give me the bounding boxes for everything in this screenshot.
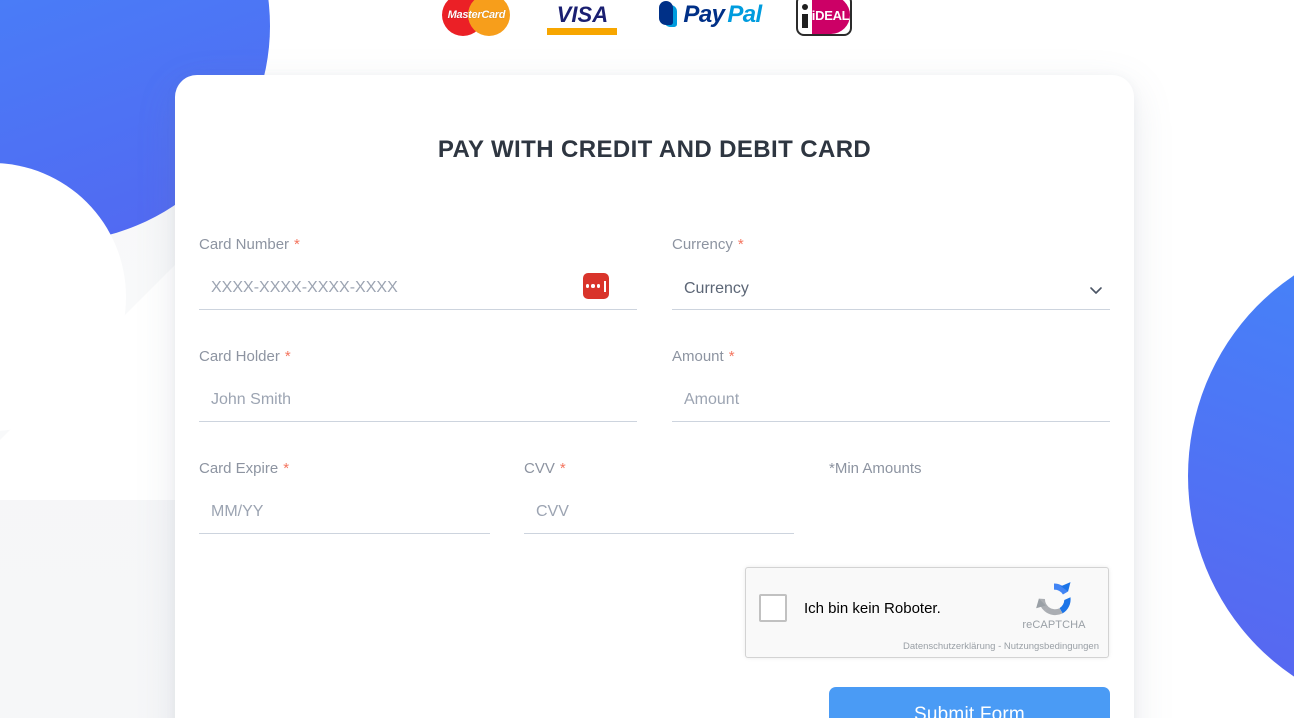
field-card-number: Card Number * <box>199 236 637 348</box>
cvv-input[interactable] <box>524 501 794 529</box>
recaptcha-brand-name: reCAPTCHA <box>1022 619 1086 631</box>
card-holder-label: Card Holder * <box>199 348 637 365</box>
form-row-3: Card Expire* CVV* *Min Amounts <box>199 460 1110 570</box>
min-amounts-note: *Min Amounts <box>829 460 922 477</box>
recaptcha-widget[interactable]: Ich bin kein Roboter. reCAPTCHA Datensch… <box>745 567 1109 658</box>
card-holder-required-marker: * <box>284 348 291 365</box>
mastercard-label: MasterCard <box>447 9 506 21</box>
submit-form-button[interactable]: Submit Form <box>829 687 1110 718</box>
card-number-label: Card Number * <box>199 236 637 253</box>
payment-method-logos: MasterCard VISA Pay Pal iDEAL <box>0 0 1294 36</box>
currency-label: Currency * <box>672 236 1110 253</box>
card-number-input[interactable] <box>199 277 637 305</box>
visa-logo: VISA <box>544 0 621 36</box>
cvv-label-text: CVV <box>524 460 555 477</box>
visa-bottom-bar-icon <box>547 28 618 35</box>
amount-label-text: Amount <box>672 348 724 365</box>
cvv-label: CVV * <box>524 460 794 477</box>
recaptcha-check-area[interactable]: Ich bin kein Roboter. <box>746 568 1000 622</box>
paypal-label-pay: Pay <box>683 1 725 28</box>
field-card-holder: Card Holder * <box>199 348 637 460</box>
amount-required-marker: * <box>728 348 735 365</box>
cvv-required-marker: * <box>559 460 566 477</box>
currency-label-text: Currency <box>672 236 733 253</box>
recaptcha-link-separator: - <box>995 641 1004 652</box>
ideal-i-icon <box>798 0 812 34</box>
ideal-label: iDEAL <box>811 0 850 34</box>
recaptcha-checkbox[interactable] <box>759 594 787 622</box>
recaptcha-label: Ich bin kein Roboter. <box>804 599 941 617</box>
recaptcha-links: Datenschutzerklärung - Nutzungsbedingung… <box>903 641 1099 652</box>
field-amount: Amount * <box>672 348 1110 460</box>
card-holder-input[interactable] <box>199 389 637 417</box>
recaptcha-terms-link[interactable]: Nutzungsbedingungen <box>1004 641 1099 652</box>
decorative-white-circle-left <box>0 163 126 431</box>
card-number-label-text: Card Number <box>199 236 290 253</box>
paypal-label-pal: Pal <box>727 1 762 28</box>
amount-label: Amount * <box>672 348 1110 365</box>
payment-page: MasterCard VISA Pay Pal iDEAL PAY WITH C… <box>0 0 1294 718</box>
page-title: PAY WITH CREDIT AND DEBIT CARD <box>437 136 872 163</box>
paypal-logo: Pay Pal <box>654 0 762 36</box>
form-row-1: Card Number* Currency* <box>199 236 1110 348</box>
field-currency: Currency * Currency <box>672 236 1110 348</box>
amount-input[interactable] <box>672 389 1110 417</box>
currency-select[interactable]: Currency <box>672 277 1110 305</box>
currency-required-marker: * <box>737 236 744 253</box>
mastercard-logo: MasterCard <box>442 0 511 36</box>
lastpass-icon[interactable] <box>583 273 609 299</box>
card-expire-required-marker: * <box>283 460 290 477</box>
card-expire-label-text: Card Expire <box>199 460 279 477</box>
payment-card-panel: PAY WITH CREDIT AND DEBIT CARD Card Numb… <box>175 75 1134 718</box>
paypal-mark-icon <box>654 0 680 31</box>
payment-form: Card Number* Currency* <box>199 236 1110 570</box>
form-row-2: Card Holder* Amount* <box>199 348 1110 460</box>
recaptcha-logo-icon <box>1036 582 1071 616</box>
recaptcha-privacy-link[interactable]: Datenschutzerklärung <box>903 641 995 652</box>
recaptcha-branding: reCAPTCHA <box>1000 568 1108 631</box>
card-number-required-marker: * <box>294 236 300 253</box>
ideal-logo: iDEAL <box>795 0 852 36</box>
card-holder-label-text: Card Holder <box>199 348 280 365</box>
field-card-expire: Card Expire * <box>199 460 490 570</box>
field-cvv: CVV * <box>524 460 794 570</box>
decorative-blue-circle-right <box>1188 236 1294 716</box>
card-expire-input[interactable] <box>199 501 490 529</box>
field-min-amounts-note: *Min Amounts <box>829 460 1109 570</box>
card-expire-label: Card Expire * <box>199 460 490 477</box>
